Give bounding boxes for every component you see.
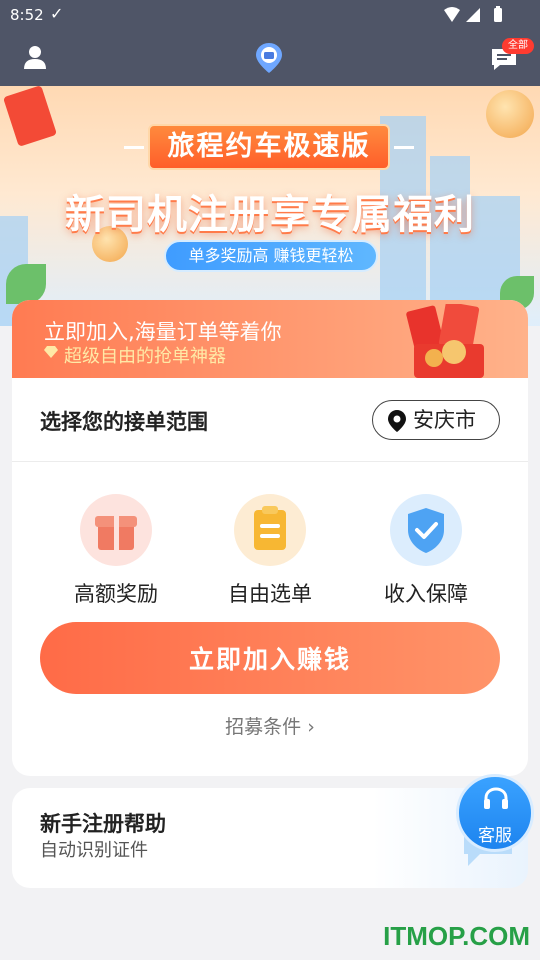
customer-service-label: 客服	[478, 826, 512, 846]
banner-heading: 旅程约车极速版	[148, 124, 390, 170]
diamond-icon	[44, 346, 58, 358]
heading-dash	[394, 146, 414, 149]
help-subtitle: 自动识别证件	[40, 840, 148, 861]
app-header: 8:52 ✓ 全部	[0, 0, 540, 86]
user-icon[interactable]	[22, 44, 48, 70]
feature-label: 高额奖励	[74, 582, 158, 606]
check-icon: ✓	[50, 4, 64, 23]
recruit-conditions-link[interactable]: 招募条件 ›	[12, 712, 528, 739]
promo-strip: 立即加入,海量订单等着你 超级自由的抢单神器	[12, 300, 528, 378]
signal-battery-icon	[444, 6, 502, 22]
feature-income-guarantee: 收入保障	[366, 494, 486, 608]
status-bar: 8:52 ✓	[0, 0, 540, 30]
banner-tagline: 单多奖励高 赚钱更轻松	[164, 240, 378, 272]
headset-icon	[484, 787, 508, 809]
clipboard-icon	[234, 494, 306, 566]
coin-decoration	[486, 90, 534, 138]
red-packet-decoration	[2, 86, 58, 147]
registration-help-card[interactable]: 新手注册帮助 自动识别证件	[12, 788, 528, 888]
order-range-label: 选择您的接单范围	[40, 410, 208, 434]
feature-label: 收入保障	[384, 582, 468, 606]
watermark: ITMOP.COM	[383, 921, 530, 951]
order-range-row: 选择您的接单范围 安庆市	[12, 378, 528, 462]
promo-subline: 超级自由的抢单神器	[64, 346, 226, 367]
feature-label: 自由选单	[228, 582, 312, 606]
status-time: 8:52	[10, 6, 44, 24]
heading-dash	[124, 146, 144, 149]
promo-banner[interactable]: 旅程约车极速版 新司机注册享专属福利 单多奖励高 赚钱更轻松	[0, 86, 540, 326]
message-badge: 全部	[502, 38, 534, 54]
banner-title: 新司机注册享专属福利	[65, 192, 475, 238]
join-card: 立即加入,海量订单等着你 超级自由的抢单神器 选择您的接单范围 安庆市 高额奖励…	[12, 300, 528, 776]
join-earn-button[interactable]: 立即加入赚钱	[40, 622, 500, 694]
app-logo-icon	[256, 43, 282, 73]
leaf-decoration	[6, 264, 46, 304]
feature-free-choice: 自由选单	[210, 494, 330, 608]
gift-box-icon	[406, 304, 484, 378]
customer-service-button[interactable]: 客服	[456, 774, 534, 852]
shield-check-icon	[390, 494, 462, 566]
feature-high-reward: 高额奖励	[56, 494, 176, 608]
gift-icon	[80, 494, 152, 566]
help-title: 新手注册帮助	[40, 812, 166, 836]
location-pin-icon	[388, 410, 406, 432]
